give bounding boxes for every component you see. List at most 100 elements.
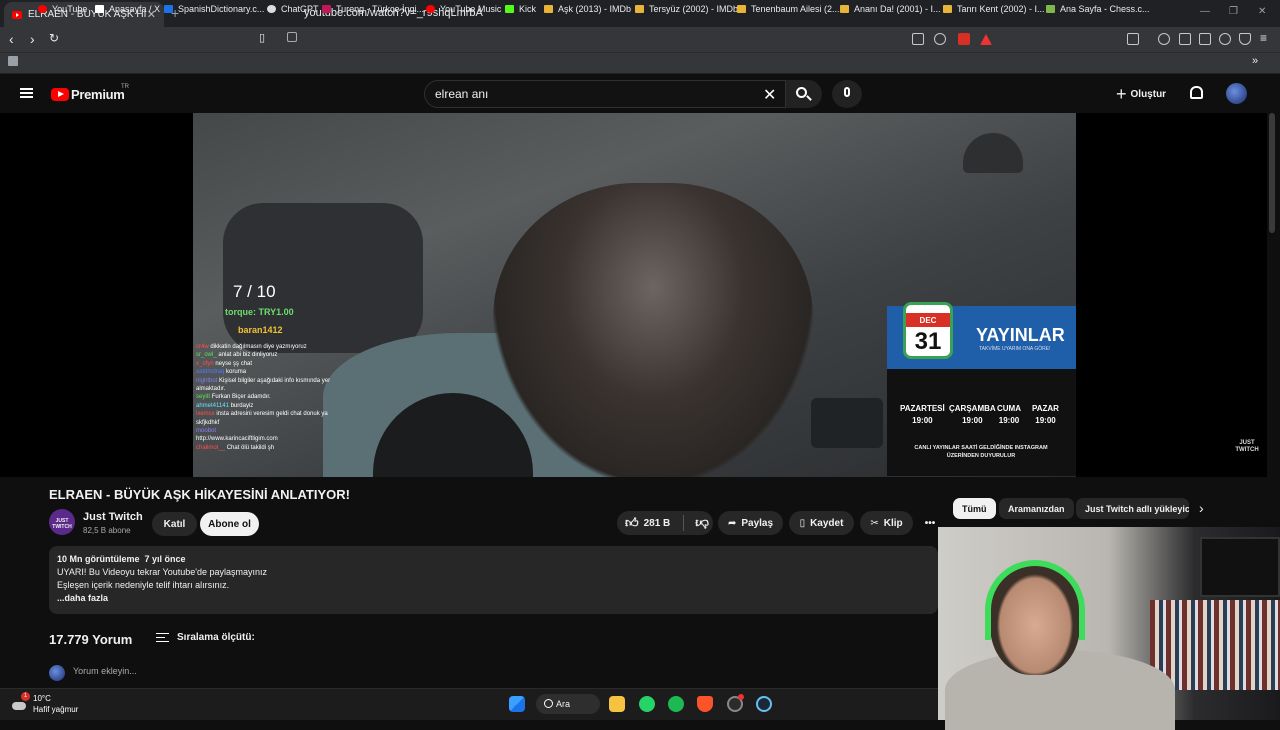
- thumbs-up-icon: 👍︎: [625, 515, 639, 530]
- menu-icon[interactable]: ≡: [1260, 31, 1267, 45]
- channel-name[interactable]: Just Twitch: [83, 511, 143, 523]
- like-button[interactable]: 👍︎ 281 B: [625, 515, 670, 531]
- bookmark-tenenbaum[interactable]: Tenenbaum Ailesi (2...: [737, 4, 840, 14]
- account-avatar[interactable]: [1226, 83, 1247, 104]
- clip-button[interactable]: ✂ Klip: [860, 511, 913, 535]
- apps-icon[interactable]: [8, 56, 23, 66]
- reload-icon[interactable]: ↻: [49, 31, 59, 45]
- subscribe-button[interactable]: Abone ol: [200, 512, 259, 536]
- bookmark-icon[interactable]: ▯: [259, 31, 265, 44]
- hamburger-menu-icon[interactable]: [20, 88, 33, 98]
- whatsapp-icon[interactable]: [639, 696, 655, 712]
- folder-icon: [840, 5, 849, 13]
- show-more-link[interactable]: ...daha fazla: [57, 592, 930, 605]
- share-page-icon[interactable]: [934, 33, 946, 45]
- search-input[interactable]: elrean anı: [424, 80, 786, 108]
- weather-widget[interactable]: 10°C Hafif yağmur: [33, 693, 78, 715]
- region-code: TR: [121, 84, 129, 90]
- maximize-icon[interactable]: ❐: [1229, 6, 1238, 17]
- view-count: 10 Mn görüntüleme: [57, 554, 140, 564]
- chip-all[interactable]: Tümü: [953, 498, 996, 519]
- divider: [683, 515, 685, 531]
- leo-ai-icon[interactable]: [1219, 33, 1231, 45]
- close-window-icon[interactable]: ✕: [1258, 6, 1266, 17]
- chat-line: ahmet41141 burdayiz: [196, 402, 254, 409]
- plus-icon: +: [1116, 84, 1127, 104]
- share-button[interactable]: ➦ Paylaş: [718, 511, 783, 535]
- screenshot-icon[interactable]: [1127, 33, 1139, 45]
- schedule-day: ÇARŞAMBA 19:00: [949, 404, 996, 425]
- bookmark-ytmusic[interactable]: YouTube Music: [426, 4, 501, 14]
- chat-line: cr4w dikkatin dağılmasın diye yazmıyoruz: [196, 344, 307, 350]
- youtube-favicon-icon: [12, 10, 22, 19]
- spanishdict-icon: [164, 5, 173, 13]
- like-count: 281 B: [643, 517, 671, 529]
- bookmark-kick[interactable]: Kick: [505, 4, 536, 14]
- chat-line: nightbot Kişisel bilgiler aşağıdaki info…: [196, 377, 331, 393]
- brave-browser-icon[interactable]: [697, 696, 713, 712]
- bookmark-tanri-kent[interactable]: Tanrı Kent (2002) - I...: [943, 4, 1045, 14]
- add-comment-input[interactable]: Yorum ekleyin...: [73, 666, 137, 676]
- address-toolbar: [0, 27, 1280, 53]
- sidebar-icon[interactable]: [1179, 33, 1191, 45]
- calendar-month: DEC: [906, 313, 950, 327]
- ytmusic-icon: [426, 5, 435, 13]
- premium-logo-text[interactable]: Premium: [71, 87, 125, 102]
- site-info-icon[interactable]: [287, 32, 297, 42]
- create-button[interactable]: + Oluştur: [1116, 84, 1166, 105]
- bookmark-anani[interactable]: Ananı Da! (2001) - I...: [840, 4, 941, 14]
- minimize-icon[interactable]: —: [1200, 6, 1210, 17]
- more-bookmarks-icon[interactable]: »: [1252, 55, 1258, 67]
- windows-taskbar: [0, 688, 938, 720]
- mug-shape: [811, 398, 883, 448]
- save-button[interactable]: ▯ Kaydet: [789, 511, 854, 535]
- steam-icon[interactable]: [756, 696, 772, 712]
- sort-icon: [156, 633, 169, 642]
- back-icon[interactable]: ‹: [9, 31, 14, 47]
- bookmark-tersyuz[interactable]: Tersyüz (2002) - IMDb: [635, 4, 738, 14]
- join-button[interactable]: Katıl: [152, 512, 197, 536]
- bookmark-chess[interactable]: Ana Sayfa - Chess.c...: [1046, 4, 1150, 14]
- bookmark-tureng[interactable]: Tureng - Türkçe İngi...: [322, 4, 424, 14]
- sort-button[interactable]: Sıralama ölçütü:: [156, 632, 255, 643]
- subscriber-count: 82,5 B abone: [83, 526, 131, 535]
- schedule-tagline: TAKVİME UYARIM ONA GÖRE!: [979, 346, 1051, 352]
- bookmark-chatgpt[interactable]: ChatGPT: [267, 4, 319, 14]
- vpn-shield-icon[interactable]: [1239, 33, 1251, 45]
- chat-line: moobot http://www.karincaciftligim.com: [196, 428, 278, 443]
- bookmark-spanishdict[interactable]: SpanishDictionary.c...: [164, 4, 264, 14]
- chevron-right-icon[interactable]: ›: [1199, 500, 1204, 516]
- voice-search-button[interactable]: [832, 80, 862, 108]
- taskbar-search[interactable]: Ara: [536, 694, 600, 714]
- description-box[interactable]: 10 Mn görüntüleme 7 yıl önce UYARI! Bu V…: [49, 546, 938, 614]
- bookmark-youtube[interactable]: YouTube: [38, 4, 87, 14]
- thumbs-down-icon[interactable]: 👍︎: [695, 515, 709, 531]
- chat-line: seyitt Furkan Biçer adamdır.: [196, 394, 271, 401]
- notification-dot-icon: [738, 694, 744, 700]
- chatgpt-icon: [267, 5, 276, 13]
- shield-icon[interactable]: [958, 33, 970, 45]
- rewards-icon[interactable]: [980, 34, 992, 45]
- search-button[interactable]: [786, 80, 822, 108]
- schedule-title: YAYINLAR: [976, 325, 1065, 345]
- music-icon[interactable]: [1158, 33, 1170, 45]
- page-scrollbar[interactable]: [1269, 113, 1275, 233]
- clear-search-icon[interactable]: ✕: [763, 85, 776, 105]
- cast-icon[interactable]: [912, 33, 924, 45]
- youtube-logo-icon[interactable]: [51, 88, 69, 101]
- bookmark-ask[interactable]: Aşk (2013) - IMDb: [544, 4, 631, 14]
- file-explorer-icon[interactable]: [609, 696, 625, 712]
- streamer-figure: [493, 183, 813, 477]
- wallet-icon[interactable]: [1199, 33, 1211, 45]
- bookmark-x[interactable]: Anasayfa / X: [95, 4, 160, 14]
- windows-start-icon[interactable]: [509, 696, 525, 712]
- chip-from-uploader[interactable]: Just Twitch adlı yükleyiciden: [1076, 498, 1189, 519]
- chess-icon: [1046, 5, 1055, 13]
- notifications-bell-icon[interactable]: [1190, 86, 1203, 99]
- spotify-icon[interactable]: [668, 696, 684, 712]
- chip-from-search[interactable]: Aramanızdan: [999, 498, 1074, 519]
- upload-age: 7 yıl önce: [144, 554, 186, 564]
- youtube-icon: [38, 5, 47, 13]
- forward-icon[interactable]: ›: [30, 31, 35, 47]
- channel-avatar[interactable]: JUST TWITCH: [49, 509, 75, 535]
